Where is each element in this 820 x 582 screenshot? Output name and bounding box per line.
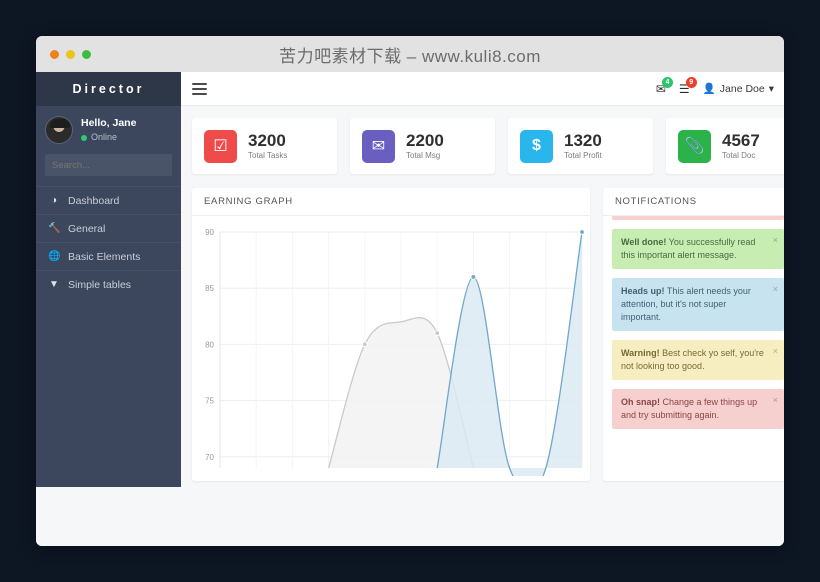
profile-greeting: Hello, Jane — [81, 116, 137, 129]
stat-label: Total Tasks — [248, 151, 288, 161]
profile-block: Hello, Jane Online — [36, 106, 181, 152]
panel-title: EARNING GRAPH — [192, 188, 590, 216]
sidebar-item-label: Basic Elements — [68, 250, 141, 263]
dollar-icon: $ — [520, 129, 553, 163]
globe-icon: 🌐 — [48, 251, 61, 262]
profile-status-label: Online — [91, 131, 118, 142]
svg-text:80: 80 — [205, 340, 214, 349]
alert-danger[interactable]: × Oh snap! Change a few things up and tr… — [612, 389, 784, 430]
stat-cards: ☑ 3200 Total Tasks ✉ 2200 Total Msg $ 13… — [192, 118, 784, 174]
sidebar-item-general[interactable]: 🔨 General — [36, 214, 181, 242]
filter-icon: ▼ — [49, 279, 59, 290]
alert-info[interactable]: × Heads up! This alert needs your attent… — [612, 278, 784, 332]
window-title: 苦力吧素材下载 – www.kuli8.com — [279, 46, 541, 66]
stat-value: 3200 — [248, 130, 286, 150]
stat-label: Total Doc — [722, 151, 756, 161]
stat-card-total-doc[interactable]: 📎 4567 Total Doc — [666, 118, 784, 174]
sidebar-search[interactable]: ⚲ — [45, 154, 172, 176]
envelope-icon: ✉ — [362, 129, 395, 163]
svg-text:85: 85 — [205, 284, 214, 293]
stat-value: 4567 — [722, 130, 760, 150]
close-icon[interactable]: × — [773, 283, 778, 296]
earning-graph-chart[interactable]: 70 75 80 85 90 — [192, 224, 584, 476]
alert-success[interactable]: × Well done! You successfully read this … — [612, 229, 784, 270]
close-icon[interactable]: × — [773, 394, 778, 407]
hamburger-icon[interactable] — [192, 80, 207, 98]
envelope-icon[interactable]: ✉ 4 — [656, 76, 673, 95]
stat-value: 1320 — [564, 130, 602, 150]
browser-window: 苦力吧素材下载 – www.kuli8.com Director Hello, … — [36, 36, 784, 546]
earning-graph-panel: EARNING GRAPH 70 75 80 85 90 — [192, 188, 590, 481]
search-input[interactable] — [45, 154, 172, 176]
title-bar: 苦力吧素材下载 – www.kuli8.com — [36, 36, 784, 72]
top-bar-actions: ✉ 4 ☰ 9 👤 Jane Doe ▾ — [656, 76, 774, 96]
sidebar-item-simple-tables[interactable]: ▼ Simple tables — [36, 270, 181, 298]
top-bar: ✉ 4 ☰ 9 👤 Jane Doe ▾ — [181, 72, 784, 106]
sidebar-item-dashboard[interactable]: ◑ Dashboard — [36, 186, 181, 214]
close-icon[interactable]: × — [773, 345, 778, 358]
svg-text:70: 70 — [205, 453, 214, 462]
alert-strong: Oh snap! — [621, 397, 661, 408]
sidebar: Director Hello, Jane Online ⚲ ◑ — [36, 72, 181, 487]
panels-row: EARNING GRAPH 70 75 80 85 90 NOTIFICATIONS ×… — [192, 188, 784, 481]
user-name: Jane Doe — [719, 82, 765, 95]
chevron-down-icon: ▾ — [768, 82, 774, 95]
alert-strong: Heads up! — [621, 286, 665, 297]
notifications-panel: NOTIFICATIONS × Well done! You successfu… — [603, 188, 784, 481]
stat-card-total-msg[interactable]: ✉ 2200 Total Msg — [350, 118, 495, 174]
profile-status: Online — [81, 132, 136, 143]
close-icon[interactable]: × — [773, 234, 778, 247]
content-area: ☑ 3200 Total Tasks ✉ 2200 Total Msg $ 13… — [181, 106, 784, 546]
panel-title: NOTIFICATIONS — [603, 188, 784, 216]
tasks-badge: 9 — [685, 76, 697, 88]
online-status-dot — [81, 134, 87, 141]
sidebar-nav: ◑ Dashboard 🔨 General 🌐 Basic Elements ▼… — [36, 186, 181, 298]
dashboard-icon: ◑ — [50, 195, 58, 206]
sidebar-item-label: General — [68, 222, 106, 235]
user-icon: 👤 — [702, 83, 716, 95]
stat-label: Total Profit — [564, 151, 602, 161]
tasks-icon[interactable]: ☰ 9 — [679, 76, 697, 95]
chart-body: 70 75 80 85 90 — [192, 216, 590, 481]
svg-text:90: 90 — [205, 228, 214, 237]
brand-logo: Director — [36, 72, 181, 106]
stat-value: 2200 — [406, 130, 444, 150]
svg-text:75: 75 — [205, 397, 214, 406]
stat-card-total-profit[interactable]: $ 1320 Total Profit — [508, 118, 653, 174]
stat-label: Total Msg — [406, 151, 441, 161]
alert-strong: Warning! — [621, 348, 660, 359]
stat-card-total-tasks[interactable]: ☑ 3200 Total Tasks — [192, 118, 337, 174]
user-menu[interactable]: 👤 Jane Doe ▾ — [702, 82, 774, 96]
sidebar-item-label: Dashboard — [68, 194, 120, 207]
app-shell: Director Hello, Jane Online ⚲ ◑ — [36, 72, 784, 546]
main-column: ✉ 4 ☰ 9 👤 Jane Doe ▾ ☑ 3200 Total Tasks … — [181, 72, 784, 546]
check-square-icon: ☑ — [204, 129, 237, 163]
alert-clipped — [612, 216, 784, 220]
alert-strong: Well done! — [621, 237, 667, 247]
paperclip-icon: 📎 — [678, 129, 711, 163]
hammer-icon: 🔨 — [48, 223, 61, 234]
notifications-list: × Well done! You successfully read this … — [603, 216, 784, 481]
sidebar-item-label: Simple tables — [68, 278, 132, 291]
avatar — [45, 116, 73, 144]
alert-warning[interactable]: × Warning! Best check yo self, you're no… — [612, 340, 784, 381]
sidebar-item-basic-elements[interactable]: 🌐 Basic Elements — [36, 242, 181, 270]
mail-badge: 4 — [661, 76, 673, 88]
